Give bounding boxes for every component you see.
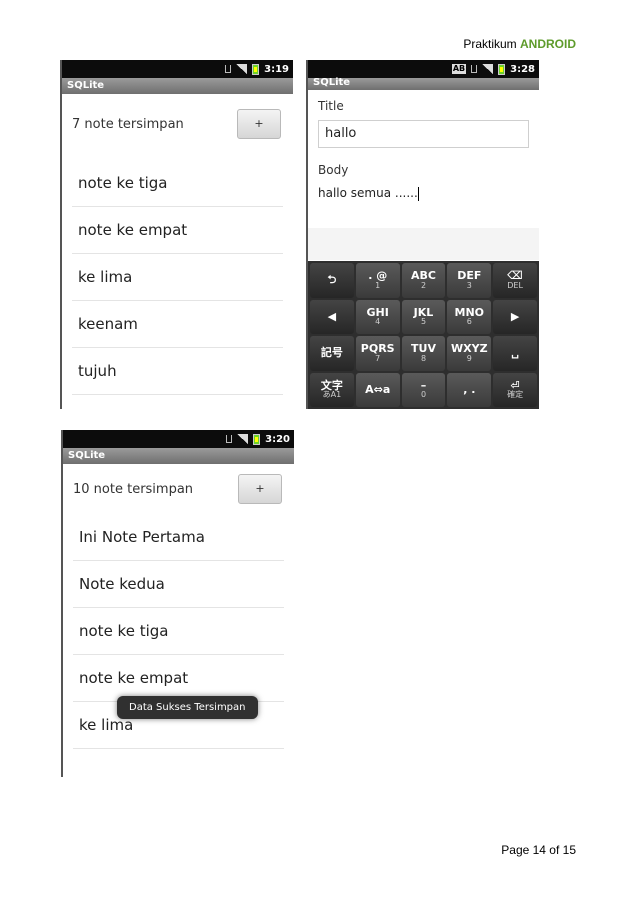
count-row: 7 note tersimpan + — [62, 94, 293, 154]
list-item[interactable]: ke lima — [72, 254, 283, 301]
key-8[interactable]: TUV 8 — [401, 336, 446, 371]
enter-key[interactable]: ⏎ 確定 — [493, 372, 537, 407]
status-time: 3:28 — [510, 63, 535, 75]
key-4[interactable]: GHI 4 — [355, 299, 400, 334]
screenshot-note-editor: AB 3:28 SQLite Title hallo Body hallo se… — [306, 60, 539, 409]
status-bar: 3:20 — [63, 430, 294, 448]
key-6[interactable]: MNO 6 — [447, 299, 492, 334]
signal-icon — [237, 434, 249, 444]
soft-keyboard: ⮌ . @1 ABC 2 DEF 3 ⌫ DEL ◀ GHI 4 JKL 5 MNO 6 ▶… — [308, 261, 539, 409]
list-item[interactable]: note ke tiga — [72, 160, 283, 207]
battery-icon — [253, 433, 261, 445]
key-5[interactable]: JKL 5 — [401, 299, 446, 334]
body-edit-area[interactable] — [308, 228, 539, 260]
space-key[interactable]: ␣ — [493, 336, 537, 371]
text-cursor — [417, 186, 419, 201]
list-item[interactable]: Note kedua — [73, 561, 284, 608]
usb-icon — [226, 435, 233, 443]
list-item[interactable]: note ke tiga — [73, 608, 284, 655]
status-bar: AB 3:28 — [308, 60, 539, 78]
status-time: 3:20 — [265, 433, 290, 445]
screenshot-note-list-7: 3:19 SQLite 7 note tersimpan + note ke t… — [60, 60, 293, 409]
body-value: hallo semua ...... — [318, 186, 418, 200]
header-prefix: Praktikum — [463, 37, 517, 51]
list-item[interactable]: note ke empat — [72, 207, 283, 254]
cursor-left-key[interactable]: ◀ — [310, 299, 354, 334]
status-bar: 3:19 — [62, 60, 293, 78]
list-item[interactable]: keenam — [72, 301, 283, 348]
battery-icon — [252, 63, 260, 75]
key-9[interactable]: WXYZ 9 — [447, 336, 492, 371]
toast-message: Data Sukses Tersimpan — [117, 696, 258, 719]
battery-icon — [498, 63, 506, 75]
app-title-bar: SQLite — [308, 78, 539, 90]
add-note-button[interactable]: + — [238, 474, 282, 504]
title-input[interactable]: hallo — [318, 120, 529, 148]
undo-key[interactable]: ⮌ — [310, 263, 354, 298]
app-title-bar: SQLite — [62, 78, 293, 94]
ime-badge: AB — [451, 64, 467, 74]
cursor-right-key[interactable]: ▶ — [493, 299, 537, 334]
signal-icon — [236, 64, 248, 74]
key-7[interactable]: PQRS 7 — [355, 336, 400, 371]
key-2[interactable]: ABC 2 — [401, 263, 446, 298]
signal-icon — [482, 64, 494, 74]
note-form: Title hallo Body hallo semua ...... — [308, 90, 539, 204]
body-label: Body — [318, 163, 349, 177]
status-time: 3:19 — [264, 63, 289, 75]
app-title-bar: SQLite — [63, 448, 294, 464]
input-mode-key[interactable]: 文字 あA1 — [310, 372, 354, 407]
note-count: 10 note tersimpan — [73, 481, 194, 497]
add-note-button[interactable]: + — [237, 109, 281, 139]
key-0[interactable]: –0 — [401, 372, 446, 407]
list-item[interactable]: Ini Note Pertama — [73, 514, 284, 561]
key-1[interactable]: . @1 — [355, 263, 400, 298]
body-input[interactable]: hallo semua ...... — [318, 182, 529, 204]
page-footer: Page 14 of 15 — [501, 843, 576, 857]
header-brand: ANDROID — [520, 37, 576, 51]
case-toggle-key[interactable]: A⇔a — [355, 372, 400, 407]
usb-icon — [471, 65, 478, 73]
symbol-key[interactable]: 記号 — [310, 336, 354, 371]
title-label: Title — [318, 99, 344, 113]
screenshot-note-list-10: 3:20 SQLite 10 note tersimpan + Ini Note… — [61, 430, 294, 777]
count-row: 10 note tersimpan + — [63, 464, 294, 514]
list-item[interactable]: tujuh — [72, 348, 283, 395]
key-3[interactable]: DEF 3 — [447, 263, 492, 298]
list-item[interactable]: note ke empat — [73, 655, 284, 702]
page-header: Praktikum ANDROID — [463, 37, 576, 51]
note-list: note ke tiga note ke empat ke lima keena… — [62, 160, 293, 395]
delete-key[interactable]: ⌫ DEL — [493, 263, 537, 298]
punctuation-key[interactable]: , . — [447, 372, 492, 407]
note-count: 7 note tersimpan — [72, 116, 184, 132]
usb-icon — [225, 65, 232, 73]
